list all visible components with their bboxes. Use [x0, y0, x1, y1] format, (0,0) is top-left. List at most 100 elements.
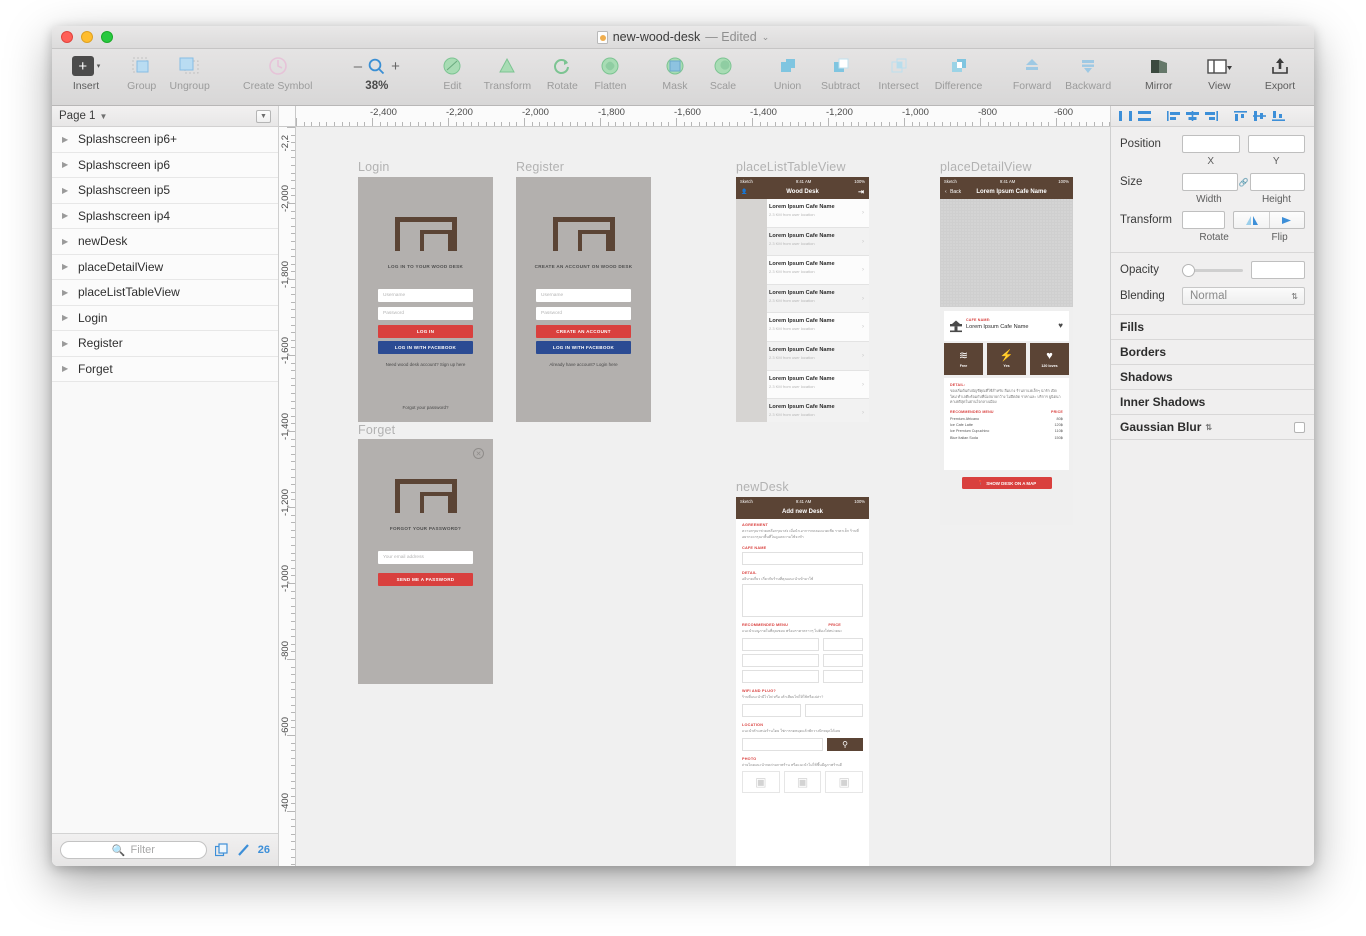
- disclosure-triangle-icon[interactable]: ▶: [62, 211, 74, 220]
- group-button[interactable]: Group: [118, 53, 166, 92]
- artboard-title-new-desk[interactable]: newDesk: [736, 480, 789, 494]
- flip-vertical-icon[interactable]: [1269, 212, 1304, 228]
- disclosure-triangle-icon[interactable]: ▶: [62, 237, 74, 246]
- place-list-item[interactable]: Lorem Ipsum Cafe Name 2.3 KM from user lo…: [736, 227, 869, 257]
- artboard-title-place-list[interactable]: placeListTableView: [736, 160, 846, 174]
- gaussian-blur-section-header[interactable]: Gaussian Blur ⇅: [1111, 415, 1314, 440]
- layer-list[interactable]: ▶ Splashscreen ip6+ ▶ Splashscreen ip6 ▶…: [52, 127, 278, 833]
- disclosure-triangle-icon[interactable]: ▶: [62, 160, 74, 169]
- menu-price-input[interactable]: [823, 670, 863, 683]
- layer-row[interactable]: ▶ placeListTableView: [52, 280, 278, 306]
- camera-icon[interactable]: ▣: [825, 771, 864, 794]
- artboard-login[interactable]: LOG IN TO YOUR WOOD DESK Username Passwo…: [358, 177, 493, 422]
- align-middle-vertical-icon[interactable]: [1251, 109, 1268, 124]
- disclosure-triangle-icon[interactable]: ▶: [62, 135, 74, 144]
- layer-row[interactable]: ▶ Login: [52, 305, 278, 331]
- zoom-in-button[interactable]: +: [391, 59, 400, 74]
- layer-row[interactable]: ▶ Splashscreen ip6+: [52, 127, 278, 153]
- inner-shadows-section-header[interactable]: Inner Shadows: [1111, 390, 1314, 415]
- zoom-control[interactable]: – + 38%: [342, 53, 412, 92]
- mirror-button[interactable]: Mirror: [1135, 53, 1183, 92]
- transform-button[interactable]: Transform: [476, 53, 538, 92]
- login-submit-button[interactable]: LOG IN: [378, 325, 473, 338]
- opacity-input[interactable]: [1251, 261, 1305, 279]
- register-facebook-button[interactable]: LOG IN WITH FACEBOOK: [536, 341, 631, 354]
- insert-button[interactable]: + ▾ Insert: [62, 53, 110, 92]
- zoom-out-button[interactable]: –: [354, 59, 362, 74]
- edit-button[interactable]: Edit: [428, 53, 476, 92]
- rotate-button[interactable]: Rotate: [538, 53, 586, 92]
- shadows-section-header[interactable]: Shadows: [1111, 365, 1314, 390]
- subtract-button[interactable]: Subtract: [812, 53, 870, 92]
- position-x-input[interactable]: [1182, 135, 1240, 153]
- layer-row[interactable]: ▶ placeDetailView: [52, 254, 278, 280]
- rotate-input[interactable]: [1182, 211, 1225, 229]
- pen-tool-icon[interactable]: [237, 843, 250, 857]
- opacity-slider-knob[interactable]: [1182, 263, 1195, 277]
- align-left-icon[interactable]: [1165, 109, 1182, 124]
- layer-row[interactable]: ▶ Splashscreen ip6: [52, 152, 278, 178]
- place-list-item[interactable]: Lorem Ipsum Cafe Name 2.3 KM from user lo…: [736, 399, 869, 422]
- place-list-item[interactable]: Lorem Ipsum Cafe Name 2.3 KM from user lo…: [736, 370, 869, 400]
- align-center-horizontal-icon[interactable]: [1184, 109, 1201, 124]
- artboard-forget[interactable]: ✕ FORGOT YOUR PASSWORD? Your email addre…: [358, 439, 493, 684]
- export-button[interactable]: Export: [1256, 53, 1304, 92]
- menu-name-input[interactable]: [742, 638, 820, 651]
- close-icon[interactable]: ✕: [473, 448, 484, 459]
- artboard-place-list[interactable]: Sketch 9:41 AM 100% 👤 Wood Desk ⇥ Lorem …: [736, 177, 869, 422]
- login-signup-note[interactable]: Need wood desk account? Sign up here: [358, 362, 493, 367]
- register-submit-button[interactable]: CREATE AN ACCOUNT: [536, 325, 631, 338]
- menu-price-input[interactable]: [823, 654, 863, 667]
- create-symbol-button[interactable]: Create Symbol: [230, 53, 325, 92]
- mask-button[interactable]: Mask: [651, 53, 699, 92]
- menu-name-input[interactable]: [742, 654, 820, 667]
- register-username-input[interactable]: Username: [536, 289, 631, 302]
- link-proportions-icon[interactable]: 🔗: [1238, 178, 1250, 187]
- scale-button[interactable]: Scale: [699, 53, 747, 92]
- artboard-title-place-detail[interactable]: placeDetailView: [940, 160, 1032, 174]
- artboard-new-desk[interactable]: Sketch 9:41 AM 100% Add new Desk AGREEME…: [736, 497, 869, 866]
- blending-select[interactable]: Normal ⇅: [1182, 287, 1305, 305]
- chevron-updown-icon[interactable]: ⇅: [1205, 423, 1212, 432]
- login-forgot-link[interactable]: Forgot your password?: [358, 405, 493, 410]
- login-facebook-button[interactable]: LOG IN WITH FACEBOOK: [378, 341, 473, 354]
- place-list-item[interactable]: Lorem Ipsum Cafe Name 2.3 KM from user lo…: [736, 256, 869, 285]
- filter-input[interactable]: 🔍 Filter: [60, 841, 207, 859]
- forget-email-input[interactable]: Your email address: [378, 551, 473, 564]
- layer-row[interactable]: ▶ newDesk: [52, 229, 278, 255]
- register-password-input[interactable]: Password: [536, 307, 631, 320]
- artboard-title-register[interactable]: Register: [516, 160, 564, 174]
- place-list-item[interactable]: Lorem Ipsum Cafe Name 2.3 KM from user lo…: [736, 284, 869, 314]
- align-distribute-horizontal-icon[interactable]: [1117, 109, 1134, 124]
- login-password-input[interactable]: Password: [378, 307, 473, 320]
- align-top-icon[interactable]: [1232, 109, 1249, 124]
- profile-icon[interactable]: 👤: [741, 189, 747, 195]
- flatten-button[interactable]: Flatten: [586, 53, 634, 92]
- vertical-ruler[interactable]: -2,2 -2,000 -1,800 -1,600 -1,400 -1,200 …: [279, 127, 296, 866]
- view-button[interactable]: View: [1190, 53, 1248, 92]
- design-canvas[interactable]: Login LOG IN TO YOUR WOOD DESK Username …: [296, 127, 1110, 866]
- opacity-slider[interactable]: [1182, 263, 1243, 277]
- plug-input[interactable]: [804, 703, 863, 717]
- place-list-item[interactable]: Lorem Ipsum Cafe Name 2.3 KM from user lo…: [736, 342, 869, 371]
- page-selector-row[interactable]: Page 1 ▼ ▼: [52, 106, 278, 127]
- place-list-item[interactable]: Lorem Ipsum Cafe Name 2.3 KM from user lo…: [736, 313, 869, 342]
- disclosure-triangle-icon[interactable]: ▶: [62, 288, 74, 297]
- flip-buttons[interactable]: [1233, 211, 1305, 229]
- detail-textarea[interactable]: [742, 584, 863, 618]
- gaussian-blur-checkbox[interactable]: [1294, 421, 1305, 433]
- borders-section-header[interactable]: Borders: [1111, 340, 1314, 365]
- camera-icon[interactable]: ▣: [742, 771, 780, 794]
- disclosure-triangle-icon[interactable]: ▶: [62, 313, 74, 322]
- flip-horizontal-icon[interactable]: [1234, 212, 1269, 228]
- forget-submit-button[interactable]: SEND ME A PASSWORD: [378, 573, 473, 586]
- align-bottom-icon[interactable]: [1270, 109, 1287, 124]
- register-login-note[interactable]: Already have account? Login here: [516, 362, 651, 367]
- chevron-down-icon[interactable]: ⌄: [762, 32, 770, 43]
- intersect-button[interactable]: Intersect: [870, 53, 928, 92]
- duplicate-layers-icon[interactable]: [214, 843, 229, 857]
- position-y-input[interactable]: [1247, 135, 1305, 153]
- forward-button[interactable]: Forward: [1006, 53, 1058, 92]
- layer-row[interactable]: ▶ Register: [52, 331, 278, 357]
- wifi-input[interactable]: [742, 703, 801, 717]
